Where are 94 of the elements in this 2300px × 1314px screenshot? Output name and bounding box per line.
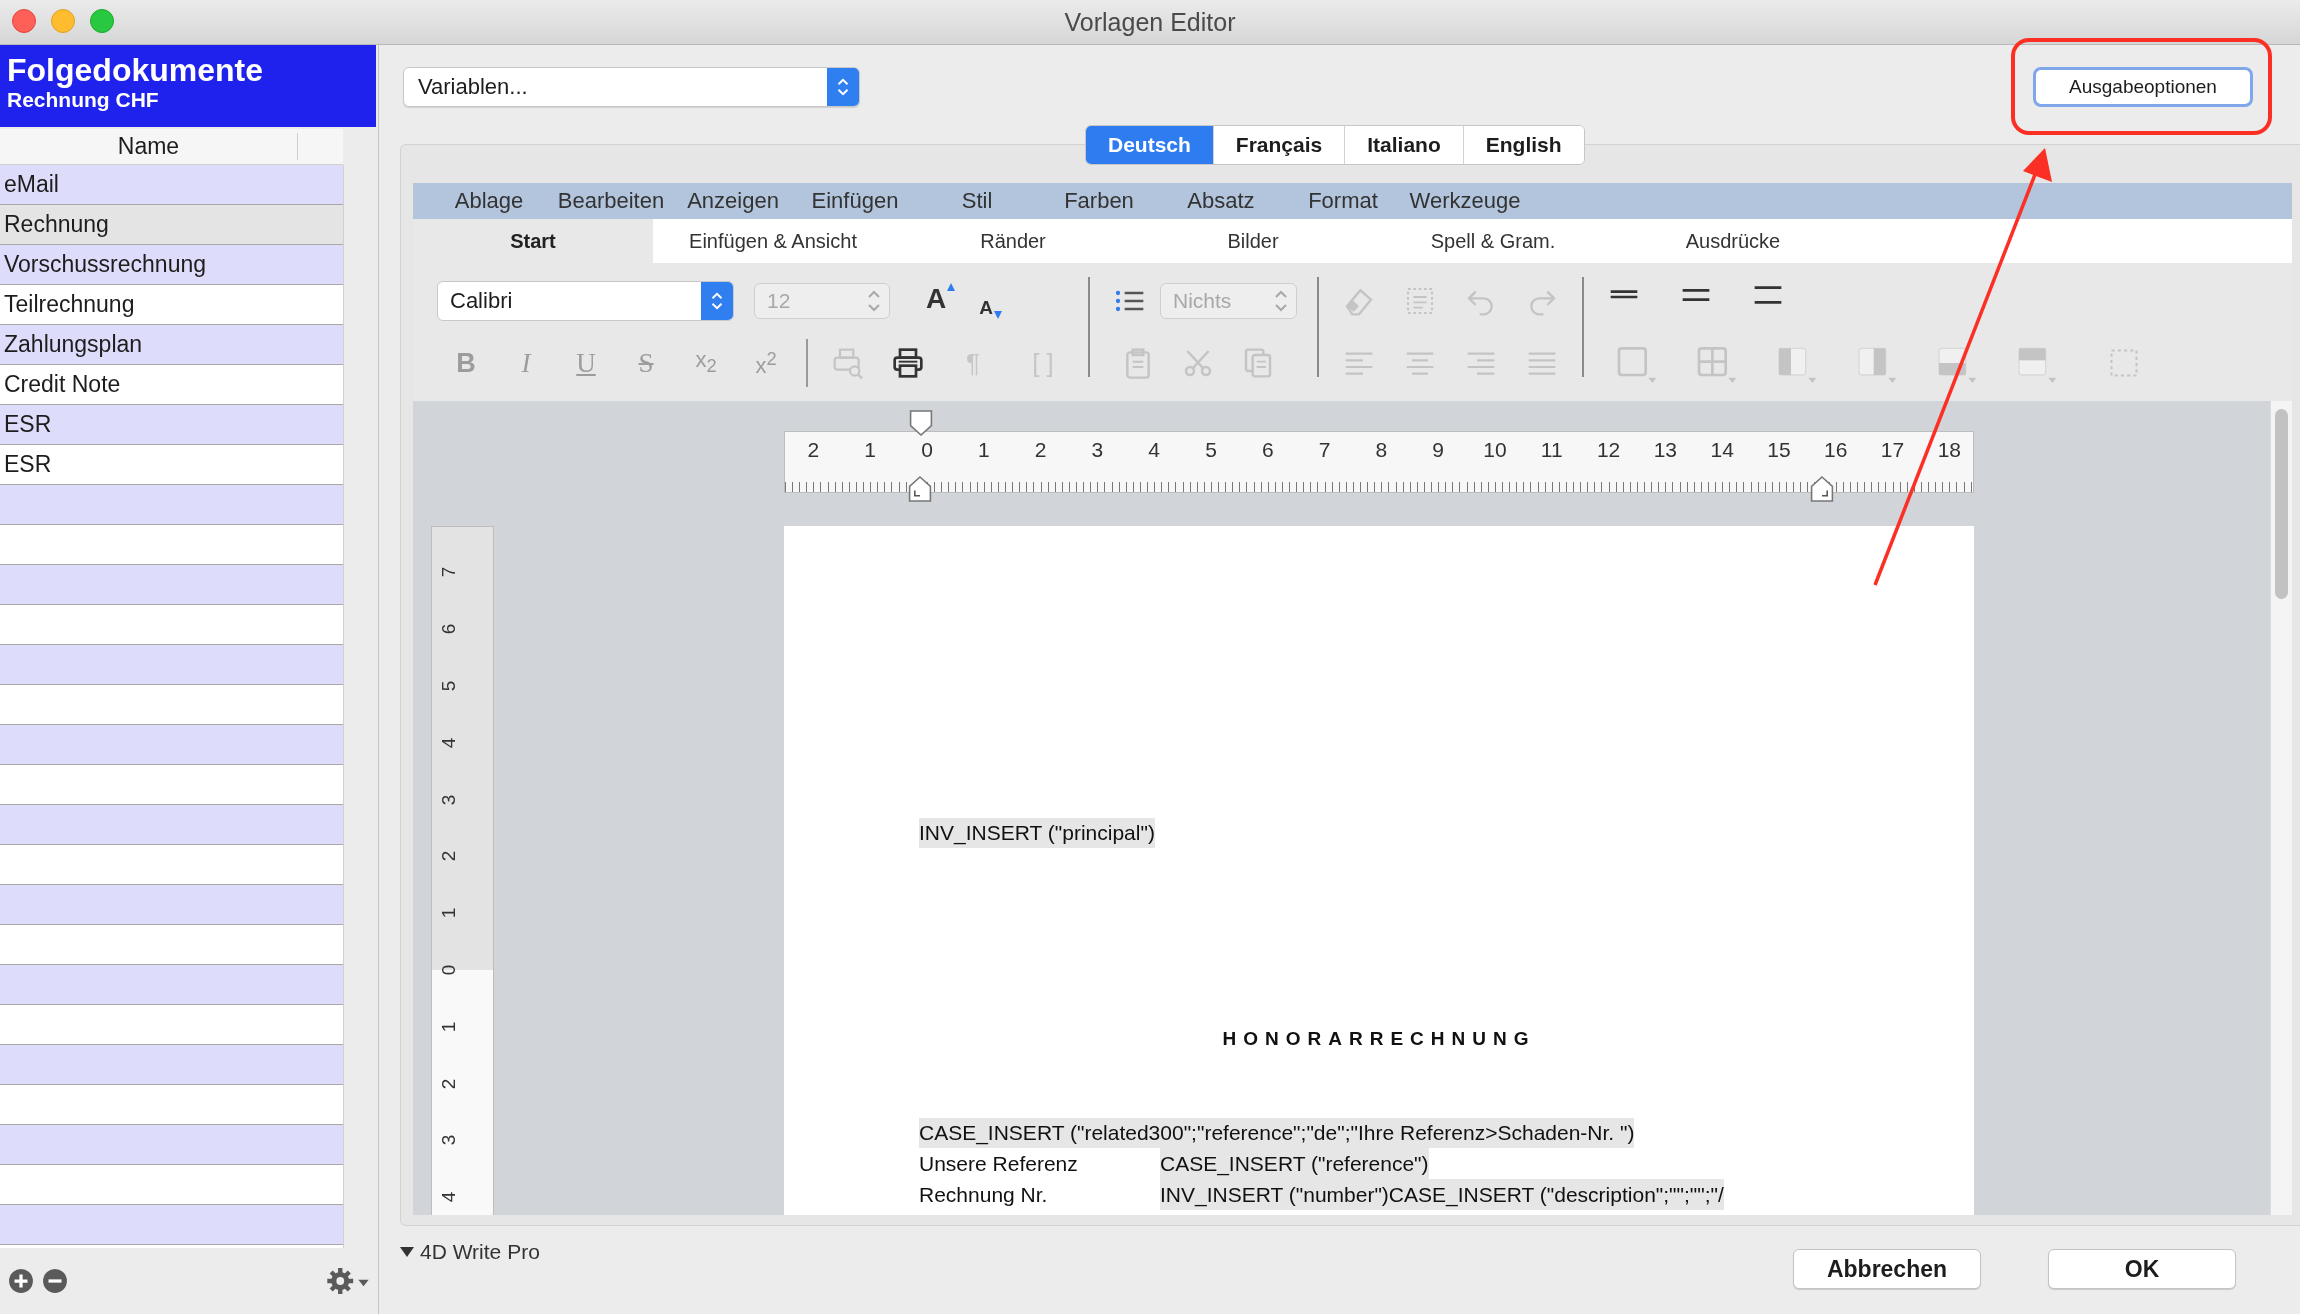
document-heading: HONORARRECHNUNG (1222, 1027, 1536, 1051)
ruler-number: 6 (438, 623, 460, 635)
ruler-number: 17 (1879, 438, 1906, 462)
menu-item[interactable]: Stil (916, 183, 1038, 219)
ruler-number: 4 (438, 1191, 460, 1203)
increase-font-button[interactable]: A (926, 283, 956, 319)
ruler-number: 13 (1652, 438, 1679, 462)
ribbon-tab[interactable]: Ausdrücke (1613, 219, 1853, 263)
ruler-number: 0 (920, 438, 934, 462)
menu-item[interactable]: Anzeigen (672, 183, 794, 219)
field-label: Rechnung Nr. (919, 1183, 1048, 1206)
ruler-number: 2 (438, 1078, 460, 1089)
ruler-number: 6 (1260, 438, 1275, 462)
disclosure-triangle-icon[interactable] (400, 1246, 414, 1258)
ruler-number: 0 (438, 964, 460, 976)
ok-button[interactable]: OK (2048, 1249, 2236, 1289)
copy-icon[interactable] (1242, 347, 1274, 379)
printer-icon[interactable] (892, 347, 924, 379)
ribbon-tab[interactable]: Spell & Gram. (1373, 219, 1613, 263)
print-preview-icon[interactable] (832, 347, 864, 379)
menu-item[interactable]: Werkzeuge (1404, 183, 1526, 219)
ruler-number: 14 (1709, 438, 1735, 462)
ruler-number: 2 (806, 438, 821, 462)
stepper-icon (1272, 288, 1290, 314)
merge-field: CASE_INSERT ("reference") (1160, 1148, 1429, 1179)
section-label: 4D Write Pro (420, 1240, 540, 1264)
list-row[interactable]: eMail (0, 165, 343, 205)
ruler-number: 8 (1374, 438, 1389, 462)
menu-item[interactable]: Bearbeiten (550, 183, 672, 219)
add-icon[interactable] (8, 1268, 34, 1294)
ruler-number: 5 (438, 680, 460, 692)
zoom-button[interactable] (90, 9, 114, 33)
ruler-number: 2 (438, 851, 460, 862)
merge-field: INV_INSERT ("principal") (919, 818, 1155, 848)
merge-field: CASE_INSERT ("related300";"reference";"de";"Ihre Referenz>Schaden-Nr. ") (919, 1118, 1635, 1148)
ruler-number: 1 (438, 1021, 460, 1033)
ruler-number: 3 (1090, 438, 1105, 462)
ruler-number: 16 (1823, 438, 1849, 462)
margin-marker-icon[interactable] (1810, 476, 1834, 502)
ruler-number: 5 (1204, 438, 1218, 462)
ruler-number: 4 (438, 737, 460, 749)
scissors-icon[interactable] (1182, 347, 1214, 379)
sidebar-subtitle: Rechnung CHF (7, 88, 159, 113)
ruler-number: 3 (438, 1135, 460, 1146)
menu-item[interactable]: Absatz (1160, 183, 1282, 219)
menu-item[interactable]: Farben (1038, 183, 1160, 219)
menu-item[interactable]: Format (1282, 183, 1404, 219)
ribbon-tab[interactable]: Start (413, 219, 653, 263)
stepper-icon (865, 288, 883, 314)
triangle-icon (947, 283, 956, 291)
ribbon-tab[interactable]: Einfügen & Ansicht (653, 219, 893, 263)
ribbon-tab[interactable]: Bilder (1133, 219, 1373, 263)
remove-icon[interactable] (42, 1268, 68, 1294)
output-options-button[interactable]: Ausgabeoptionen (2033, 67, 2253, 107)
ruler-number: 18 (1936, 438, 1962, 462)
gear-icon[interactable] (326, 1265, 370, 1297)
list-row[interactable]: ESR (0, 405, 343, 445)
sidebar-title: Folgedokumente (7, 53, 263, 87)
column-header: Name (0, 129, 343, 165)
list-row[interactable]: Vorschussrechnung (0, 245, 343, 285)
ruler-number: 11 (1539, 438, 1564, 462)
ruler-number: 2 (1033, 438, 1048, 462)
ruler-number: 10 (1482, 438, 1508, 462)
field-label: Unsere Referenz (919, 1152, 1078, 1175)
variables-dropdown[interactable]: Variablen... (403, 67, 860, 107)
ruler-number: 15 (1766, 438, 1792, 462)
ribbon-tab[interactable]: Ränder (893, 219, 1133, 263)
ruler-number: 4 (1147, 438, 1161, 462)
dashed-box-icon[interactable] (1404, 285, 1436, 317)
ruler-number: 1 (976, 438, 991, 462)
ruler-number: 3 (438, 794, 460, 805)
close-button[interactable] (12, 9, 36, 33)
margin-marker-icon[interactable] (908, 476, 932, 502)
ruler-number: 1 (438, 907, 460, 919)
indent-marker-icon[interactable] (909, 410, 933, 436)
ruler-number: 9 (1431, 438, 1445, 462)
decrease-font-button[interactable]: A (979, 283, 1002, 319)
dashed-square-icon[interactable] (2109, 348, 2139, 378)
scrollbar-thumb[interactable] (2275, 409, 2288, 599)
ruler-number: 1 (863, 438, 878, 462)
menu-item[interactable]: Ablage (428, 183, 550, 219)
menu-item[interactable]: Einfügen (794, 183, 916, 219)
list-row[interactable]: Zahlungsplan (0, 325, 343, 365)
window-title: Vorlagen Editor (1064, 7, 1236, 37)
ruler-number: 7 (438, 567, 460, 578)
ruler-number: 12 (1595, 438, 1622, 462)
list-row[interactable]: Rechnung (0, 205, 343, 245)
triangle-icon (993, 311, 1002, 319)
ruler-number: 7 (1317, 438, 1332, 462)
merge-field: INV_INSERT ("number")CASE_INSERT ("description";"";"";"/ (1160, 1179, 1724, 1210)
language-tab[interactable]: Deutsch (1086, 126, 1214, 164)
cancel-button[interactable]: Abbrechen (1793, 1249, 1981, 1289)
font-dropdown[interactable]: Calibri (437, 281, 734, 321)
minimize-button[interactable] (51, 9, 75, 33)
